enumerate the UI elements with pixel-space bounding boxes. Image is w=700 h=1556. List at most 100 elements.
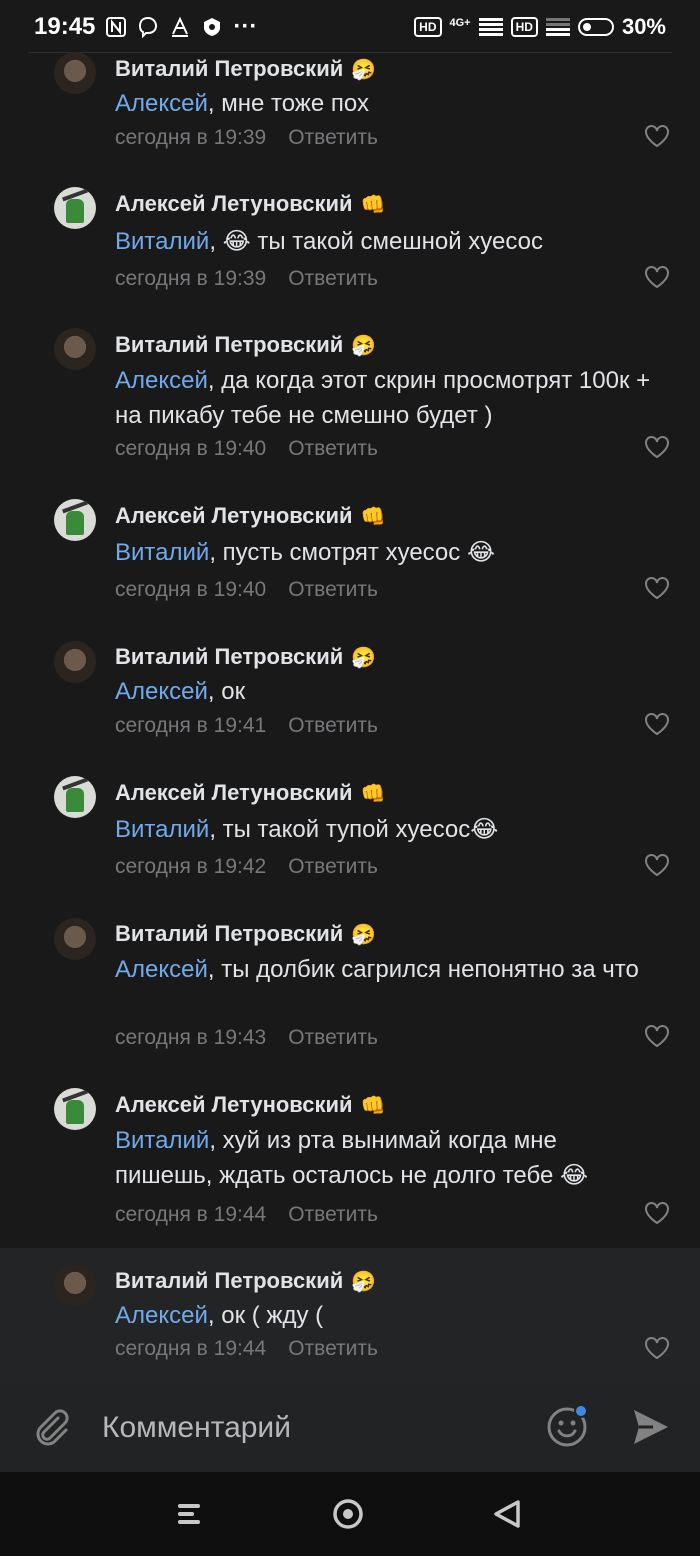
comment-author[interactable]: Виталий Петровский 🤧: [115, 644, 376, 670]
comment-time: сегодня в 19:41: [115, 714, 267, 737]
comment-meta: сегодня в 19:43 Ответить: [115, 1026, 378, 1050]
comment-author[interactable]: Виталий Петровский 🤧: [115, 56, 376, 82]
comment-text: Виталий, ты такой тупой хуесос😂: [115, 812, 660, 847]
comment-author[interactable]: Алексей Летуновский 👊: [115, 780, 385, 806]
comment-author[interactable]: Алексей Летуновский 👊: [115, 503, 385, 529]
mention-link[interactable]: Виталий: [115, 816, 209, 843]
comment-item: Алексей Летуновский 👊 Виталий, 😂 ты такой…: [0, 160, 700, 301]
comment-body: , ты такой тупой хуесос😂: [209, 816, 499, 843]
heart-icon[interactable]: [644, 124, 670, 148]
avatar[interactable]: [54, 776, 96, 818]
comment-item: Алексей Летуновский 👊 Виталий, хуй из рта…: [0, 1061, 700, 1248]
reply-button[interactable]: Ответить: [288, 126, 378, 149]
avatar[interactable]: [54, 918, 96, 960]
reply-button[interactable]: Ответить: [288, 578, 378, 601]
comment-time: сегодня в 19:40: [115, 578, 267, 601]
system-navigation-bar: [0, 1472, 700, 1556]
comment-body: , ты долбик сагрился непонятно за что: [207, 956, 639, 983]
reply-button[interactable]: Ответить: [288, 1026, 378, 1049]
fist-bump-icon: 👊: [360, 1094, 386, 1117]
comment-author[interactable]: Виталий Петровский 🤧: [115, 332, 376, 358]
avatar[interactable]: [54, 641, 96, 683]
author-name[interactable]: Алексей Летуновский: [115, 191, 353, 217]
comment-item: Виталий Петровский 🤧 Алексей, мне тоже по…: [0, 0, 700, 160]
author-name[interactable]: Алексей Летуновский: [115, 503, 353, 529]
author-name[interactable]: Виталий Петровский: [115, 56, 343, 82]
comment-author[interactable]: Алексей Летуновский 👊: [115, 191, 385, 217]
comment-time: сегодня в 19:39: [115, 126, 267, 149]
mention-link[interactable]: Алексей: [115, 1302, 208, 1329]
comment-composer: [0, 1384, 700, 1472]
author-name[interactable]: Алексей Летуновский: [115, 1092, 353, 1118]
comment-text: Алексей, да когда этот скрин просмотрят …: [115, 363, 660, 433]
author-name[interactable]: Виталий Петровский: [115, 644, 343, 670]
heart-icon[interactable]: [644, 265, 670, 289]
comment-body: , пусть смотрят хуесос 😂: [209, 539, 495, 566]
menu-icon[interactable]: [172, 1496, 208, 1532]
mention-link[interactable]: Виталий: [115, 228, 209, 255]
heart-icon[interactable]: [644, 712, 670, 736]
comment-meta: сегодня в 19:44 Ответить: [115, 1203, 378, 1227]
avatar[interactable]: [54, 328, 96, 370]
comment-author[interactable]: Виталий Петровский 🤧: [115, 921, 376, 947]
reply-button[interactable]: Ответить: [288, 1203, 378, 1226]
emoji-sticker-icon[interactable]: [544, 1402, 592, 1450]
reply-button[interactable]: Ответить: [288, 1337, 378, 1360]
reply-button[interactable]: Ответить: [288, 855, 378, 878]
author-name[interactable]: Алексей Летуновский: [115, 780, 353, 806]
reply-button[interactable]: Ответить: [288, 437, 378, 460]
avatar[interactable]: [54, 1088, 96, 1130]
comment-author[interactable]: Алексей Летуновский 👊: [115, 1092, 385, 1118]
comment-meta: сегодня в 19:39 Ответить: [115, 267, 378, 291]
comment-meta: сегодня в 19:42 Ответить: [115, 855, 378, 879]
avatar[interactable]: [54, 1264, 96, 1306]
comment-author[interactable]: Виталий Петровский 🤧: [115, 1268, 376, 1294]
comment-text: Алексей, ты долбик сагрился непонятно за…: [115, 952, 660, 987]
comment-body: , 😂 ты такой смешной хуесос: [209, 228, 544, 255]
mention-link[interactable]: Виталий: [115, 539, 209, 566]
comment-meta: сегодня в 19:40 Ответить: [115, 437, 378, 461]
author-name[interactable]: Виталий Петровский: [115, 332, 343, 358]
comment-item: Виталий Петровский 🤧 Алексей, ты долбик с…: [0, 890, 700, 1061]
fist-bump-icon: 👊: [360, 193, 386, 216]
author-name[interactable]: Виталий Петровский: [115, 921, 343, 947]
comment-time: сегодня в 19:40: [115, 437, 267, 460]
comment-text: Виталий, хуй из рта вынимай когда мне пи…: [115, 1123, 660, 1193]
heart-icon[interactable]: [644, 435, 670, 459]
heart-icon[interactable]: [644, 1201, 670, 1225]
sneezing-face-icon: 🤧: [351, 334, 377, 357]
comment-text: Алексей, мне тоже пох: [115, 86, 660, 121]
reply-button[interactable]: Ответить: [288, 714, 378, 737]
heart-icon[interactable]: [644, 576, 670, 600]
mention-link[interactable]: Алексей: [115, 956, 208, 983]
comment-body: , ок ( жду (: [207, 1302, 324, 1329]
reply-button[interactable]: Ответить: [288, 267, 378, 290]
heart-icon[interactable]: [644, 1024, 670, 1048]
comment-meta: сегодня в 19:39 Ответить: [115, 126, 378, 150]
heart-icon[interactable]: [644, 853, 670, 877]
comment-text: Виталий, 😂 ты такой смешной хуесос: [115, 224, 660, 259]
mention-link[interactable]: Алексей: [115, 90, 208, 117]
comment-item: Виталий Петровский 🤧 Алексей, ок сегодня …: [0, 613, 700, 749]
sneezing-face-icon: 🤧: [351, 1270, 377, 1293]
comment-text: Виталий, пусть смотрят хуесос 😂: [115, 535, 660, 570]
avatar[interactable]: [54, 187, 96, 229]
home-icon[interactable]: [330, 1496, 366, 1532]
comment-input[interactable]: [102, 1406, 502, 1450]
comment-meta: сегодня в 19:40 Ответить: [115, 578, 378, 602]
mention-link[interactable]: Алексей: [115, 678, 208, 705]
mention-link[interactable]: Виталий: [115, 1127, 209, 1154]
avatar[interactable]: [54, 499, 96, 541]
fist-bump-icon: 👊: [360, 782, 386, 805]
send-icon[interactable]: [630, 1406, 672, 1448]
attach-icon[interactable]: [28, 1404, 72, 1448]
author-name[interactable]: Виталий Петровский: [115, 1268, 343, 1294]
mention-link[interactable]: Алексей: [115, 367, 208, 394]
sneezing-face-icon: 🤧: [351, 646, 377, 669]
back-icon[interactable]: [490, 1496, 526, 1532]
comment-item: Алексей Летуновский 👊 Виталий, ты такой т…: [0, 749, 700, 890]
comment-item: Виталий Петровский 🤧 Алексей, да когда эт…: [0, 301, 700, 472]
comment-time: сегодня в 19:44: [115, 1203, 267, 1226]
avatar[interactable]: [54, 52, 96, 94]
heart-icon[interactable]: [644, 1336, 670, 1360]
